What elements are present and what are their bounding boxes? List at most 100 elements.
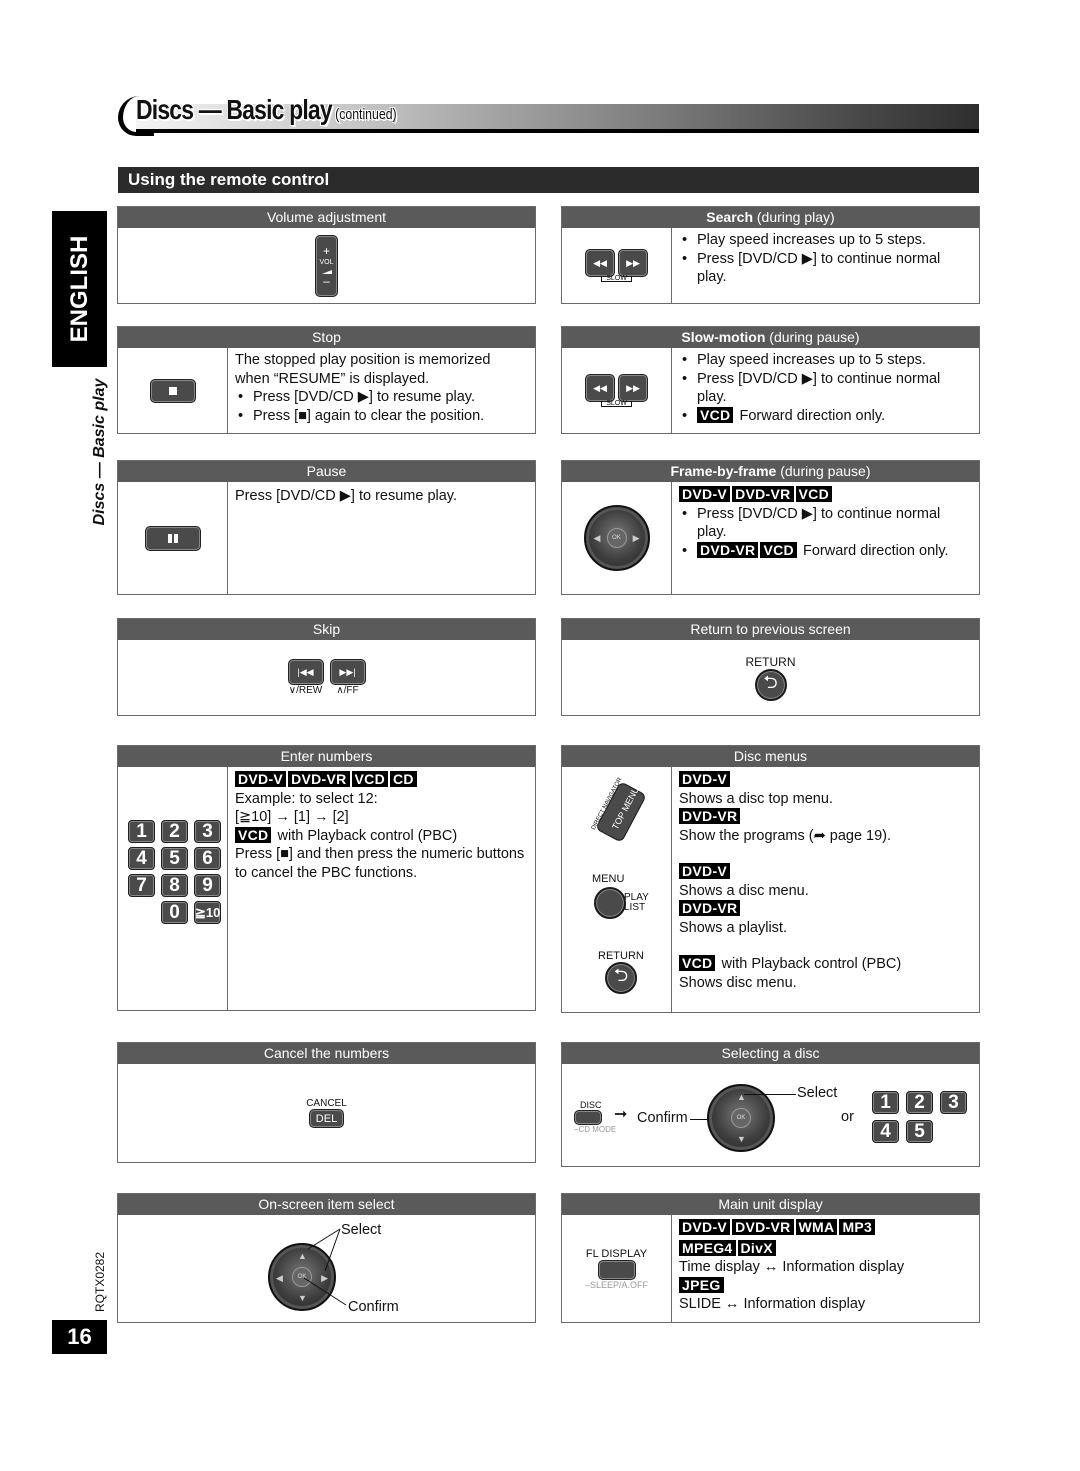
return-label: RETURN xyxy=(745,654,796,669)
numkey-10plus: ≧10 xyxy=(194,901,221,924)
chapter-side-label: Discs — Basic play xyxy=(91,378,108,526)
disc-tags: MPEG4 DivX xyxy=(679,1239,971,1259)
fast-forward-icon: ▶▶ xyxy=(618,374,648,402)
pause-text: Press [DVD/CD ▶] to resume play. xyxy=(235,488,457,504)
vcd-pbc-text: with Playback control (PBC) xyxy=(277,827,458,844)
page-title-bar: Discs — Basic play (continued) xyxy=(118,94,979,136)
stop-button-icon xyxy=(149,378,196,403)
disc-tag-vcd: VCD xyxy=(679,955,716,971)
box-title: Return to previous screen xyxy=(562,619,979,640)
ok-button-icon: OK xyxy=(731,1108,751,1128)
box-title: Pause xyxy=(118,461,535,482)
volume-rocker-icon: + VOL – xyxy=(315,234,338,297)
vol-label: VOL xyxy=(319,258,334,266)
list-item: Press [DVD/CD ▶] to resume play. xyxy=(235,388,527,407)
select-leader-line xyxy=(744,1094,796,1095)
disc-button-icon: DISC –CD MODE xyxy=(574,1100,616,1134)
menu-round-button xyxy=(594,887,626,919)
numkey: 0 xyxy=(161,901,188,924)
box-pause: Pause Press [DVD/CD ▶] to resume play. xyxy=(117,460,536,595)
dpad-left-right-icon: ◀ OK ▶ xyxy=(583,505,650,571)
section-header: Using the remote control xyxy=(118,167,979,193)
box-title: Skip xyxy=(118,619,535,640)
box-title: Enter numbers xyxy=(118,746,535,767)
fl-display-button-icon xyxy=(597,1259,636,1280)
box-title: Slow-motion (during pause) xyxy=(562,327,979,348)
cancel-del-button-icon: DEL xyxy=(309,1109,344,1128)
vcd-pbc-text: with Playback control (PBC) xyxy=(721,956,902,972)
tag-bullet-text: Forward direction only. xyxy=(802,542,949,559)
box-title: Main unit display xyxy=(562,1194,979,1215)
disc-tags: DVD-V DVD-VR VCD CD xyxy=(235,771,527,790)
search-rew-ff-buttons-icon: ◀◀ ▶▶ xyxy=(585,249,648,277)
box-stop: Stop The stopped play position is memori… xyxy=(117,326,536,434)
playlist-label: PLAY LIST xyxy=(624,892,649,913)
bullet-list: Press [DVD/CD ▶] to continue normal play… xyxy=(679,505,971,561)
vol-ramp-icon xyxy=(321,269,332,274)
numkey: 8 xyxy=(161,874,188,897)
disc-tag: DVD-V xyxy=(679,1219,731,1235)
disc-tag: DVD-VR xyxy=(697,541,759,558)
disc-tag: VCD xyxy=(351,771,389,787)
menu-entry-text: Shows a disc top menu. xyxy=(679,790,833,807)
box-title: Stop xyxy=(118,327,535,348)
disc-tag: VCD xyxy=(760,541,797,558)
select-label: Select xyxy=(797,1085,838,1101)
confirm-label: Confirm xyxy=(348,1299,399,1315)
vol-minus-glyph: – xyxy=(323,273,330,288)
disc-tag-vcd: VCD xyxy=(235,826,272,843)
list-item: Press [DVD/CD ▶] to continue normal play… xyxy=(679,505,971,542)
numkey: 2 xyxy=(906,1091,933,1114)
box-title: Frame-by-frame (during pause) xyxy=(562,461,979,482)
numkey: 4 xyxy=(872,1120,899,1143)
list-item: Play speed increases up to 5 steps. xyxy=(679,351,971,370)
fl-display-label: FL DISPLAY xyxy=(585,1247,648,1260)
disc-tag: DVD-VR xyxy=(679,900,741,916)
disc-tag-jpeg: JPEG xyxy=(679,1276,724,1293)
tag-bullet-text: Forward direction only. xyxy=(739,407,886,424)
list-item: Press [■] again to clear the position. xyxy=(235,407,527,426)
disc-tag: DVD-V xyxy=(679,486,731,502)
disc-tag: DVD-V xyxy=(679,771,731,787)
box-title: On-screen item select xyxy=(118,1194,535,1215)
disc-tag: MP3 xyxy=(839,1219,876,1235)
numkey: 2 xyxy=(161,820,188,843)
cancel-label: CANCEL xyxy=(306,1098,347,1109)
return-round-button: ⮌ xyxy=(604,962,637,994)
box-frame-by-frame: Frame-by-frame (during pause) ◀ OK ▶ DVD… xyxy=(561,460,980,595)
confirm-label: Confirm xyxy=(637,1110,688,1126)
rewind-icon: ◀◀ xyxy=(585,249,615,277)
skip-next-label: ∧/FF xyxy=(336,685,359,696)
return-label: RETURN xyxy=(598,950,644,962)
box-slow-motion: Slow-motion (during pause) ◀◀ ▶▶ SLOW Pl… xyxy=(561,326,980,434)
disc-tag: VCD xyxy=(795,486,833,502)
vcd-pbc-line: VCD with Playback control (PBC) xyxy=(679,955,971,974)
numkey: 5 xyxy=(906,1120,933,1143)
numkey: 1 xyxy=(872,1091,899,1114)
numeric-keypad-icon: 1 2 3 4 5 6 7 8 9 0 ≧10 xyxy=(128,820,224,930)
disc-tag: WMA xyxy=(795,1219,838,1235)
bullet-list: Play speed increases up to 5 steps. Pres… xyxy=(679,231,971,287)
right-arrow-icon: ▶ xyxy=(632,533,640,543)
disc-tag: DVD-VR xyxy=(732,1219,794,1235)
slow-rew-ff-buttons-icon: ◀◀ ▶▶ xyxy=(585,374,648,402)
disc-number-keys-icon: 1 2 3 4 5 xyxy=(872,1091,972,1147)
example-sequence: [≧10] → [1] → [2] xyxy=(235,809,349,825)
title-underline xyxy=(136,129,979,133)
rewind-icon: ◀◀ xyxy=(585,374,615,402)
down-arrow-icon: ▼ xyxy=(737,1134,746,1144)
disc-tag: DVD-V xyxy=(679,863,731,879)
slow-label: SLOW xyxy=(601,275,632,282)
menu-label: MENU xyxy=(592,873,625,885)
vcd-pbc-line: VCD with Playback control (PBC) xyxy=(235,826,527,846)
ok-button-icon: OK xyxy=(606,528,627,548)
box-main-unit-display: Main unit display FL DISPLAY –SLEEP/A.OF… xyxy=(561,1193,980,1323)
box-enter-numbers: Enter numbers 1 2 3 4 5 6 7 8 9 0 ≧10 DV… xyxy=(117,745,536,1011)
select-label: Select xyxy=(341,1222,382,1238)
or-label: or xyxy=(841,1109,854,1125)
box-disc-menus: Disc menus TOP MENU DIRECT NAVIGATOR MEN… xyxy=(561,745,980,1013)
document-code: RQTX0282 xyxy=(93,1251,107,1313)
disc-tag: DVD-VR xyxy=(288,771,350,787)
box-selecting-disc: Selecting a disc DISC –CD MODE ➞ Confirm… xyxy=(561,1042,980,1167)
list-item: Play speed increases up to 5 steps. xyxy=(679,231,971,250)
